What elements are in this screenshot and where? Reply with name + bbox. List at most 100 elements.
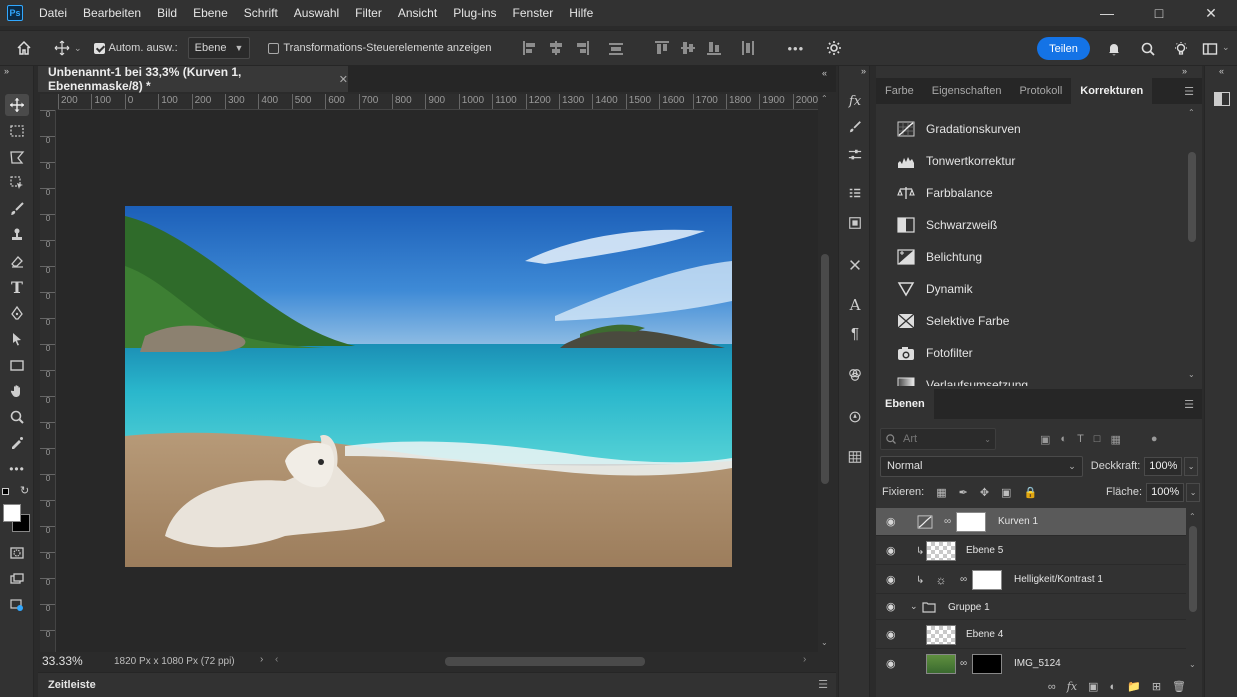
lock-pixels-icon[interactable]: ✒ bbox=[959, 486, 968, 499]
hand-tool-icon[interactable] bbox=[5, 380, 29, 402]
eye-icon[interactable]: ◉ bbox=[886, 574, 900, 585]
canvas-horizontal-scrollbar[interactable]: ‹ › bbox=[275, 654, 806, 666]
lasso-tool-icon[interactable] bbox=[5, 146, 29, 168]
layer-filter-select[interactable]: Art ⌄ bbox=[880, 428, 996, 450]
scroll-up-icon[interactable]: ⌃ bbox=[821, 94, 828, 103]
new-adjustment-icon[interactable]: ◐ bbox=[1109, 681, 1116, 693]
layer-row-img-5124[interactable]: ◉ ∞ IMG_5124 bbox=[876, 650, 1186, 676]
adjustment-black-white[interactable]: Schwarzweiß bbox=[896, 214, 997, 236]
align-right-icon[interactable] bbox=[573, 39, 591, 57]
default-colors-icon[interactable] bbox=[2, 488, 9, 495]
transform-controls-checkbox[interactable] bbox=[268, 42, 280, 54]
tab-protokoll[interactable]: Protokoll bbox=[1010, 78, 1071, 104]
move-tool-icon[interactable] bbox=[52, 38, 72, 58]
chevron-right-icon[interactable]: › bbox=[260, 654, 263, 665]
eraser-tool-icon[interactable] bbox=[5, 250, 29, 272]
blend-mode-select[interactable]: Normal ⌄ bbox=[880, 455, 1083, 477]
close-icon[interactable]: ✕ bbox=[339, 73, 348, 86]
menu-filter[interactable]: Filter bbox=[347, 0, 390, 26]
scrollbar-thumb[interactable] bbox=[821, 254, 829, 484]
close-icon[interactable]: ✕ bbox=[1185, 0, 1237, 26]
libraries-icon[interactable] bbox=[1214, 92, 1230, 106]
type-tool-icon[interactable]: T bbox=[5, 276, 29, 298]
swap-colors-icon[interactable]: ↻ bbox=[20, 484, 29, 497]
swatches-grid-icon[interactable] bbox=[844, 446, 866, 468]
collapse-arrows-icon[interactable]: « bbox=[822, 68, 827, 78]
maximize-icon[interactable]: □ bbox=[1133, 0, 1185, 26]
adjustment-photo-filter[interactable]: Fotofilter bbox=[896, 342, 973, 364]
chevron-down-icon[interactable]: ⌄ bbox=[910, 601, 918, 612]
layers-scrollbar[interactable]: ⌃ ⌄ bbox=[1188, 512, 1198, 672]
chevron-down-icon[interactable]: ⌄ bbox=[1222, 42, 1230, 53]
document-info[interactable]: 1820 Px x 1080 Px (72 ppi) bbox=[114, 656, 235, 667]
scrollbar-thumb[interactable] bbox=[1188, 152, 1196, 242]
eye-icon[interactable]: ◉ bbox=[886, 658, 900, 669]
distribute-h-icon[interactable] bbox=[739, 39, 757, 57]
panel-menu-icon[interactable]: ☰ bbox=[1184, 398, 1194, 411]
eye-icon[interactable]: ◉ bbox=[886, 545, 900, 556]
align-center-h-icon[interactable] bbox=[547, 39, 565, 57]
opacity-input[interactable]: 100% bbox=[1144, 456, 1183, 476]
filter-type-icon[interactable]: T bbox=[1077, 433, 1084, 446]
adjustment-levels[interactable]: Tonwertkorrektur bbox=[896, 150, 1015, 172]
filter-smart-object-icon[interactable]: ▦ bbox=[1110, 433, 1120, 446]
scroll-left-icon[interactable]: ‹ bbox=[275, 654, 278, 665]
layer-row-helligkeit-kontrast-1[interactable]: ◉ ↳ ☼ ∞ Helligkeit/Kontrast 1 bbox=[876, 566, 1186, 594]
foreground-color-swatch[interactable] bbox=[3, 504, 21, 522]
canvas-area[interactable] bbox=[56, 110, 818, 652]
properties-icon[interactable] bbox=[844, 182, 866, 204]
vertical-ruler[interactable]: 0 0 0 0 0 0 0 0 0 0 0 0 0 0 0 0 0 0 0 0 0 bbox=[40, 110, 56, 652]
marquee-tool-icon[interactable] bbox=[5, 120, 29, 142]
adjustments-sliders-icon[interactable] bbox=[844, 144, 866, 166]
object-select-tool-icon[interactable] bbox=[5, 172, 29, 194]
panel-menu-icon[interactable]: ☰ bbox=[818, 678, 828, 691]
delete-layer-icon[interactable]: 🗑 bbox=[1172, 680, 1186, 693]
chevron-down-icon[interactable]: ⌄ bbox=[1186, 482, 1201, 502]
canvas-vertical-scrollbar[interactable]: ⌃ ⌄ bbox=[818, 94, 832, 652]
rectangle-tool-icon[interactable] bbox=[5, 354, 29, 376]
path-select-tool-icon[interactable] bbox=[5, 328, 29, 350]
align-left-icon[interactable] bbox=[521, 39, 539, 57]
auto-select-option[interactable]: Autom. ausw.: bbox=[93, 42, 178, 54]
adjustment-gradient-map[interactable]: Verlaufsumsetzung bbox=[896, 374, 1028, 386]
adjustment-curves[interactable]: Gradationskurven bbox=[896, 118, 1021, 140]
ruler-origin[interactable] bbox=[40, 94, 58, 110]
tab-ebenen[interactable]: Ebenen bbox=[876, 389, 934, 419]
layer-mask-thumbnail[interactable] bbox=[972, 654, 1002, 674]
auto-select-target-select[interactable]: Ebene ▼ bbox=[187, 37, 251, 59]
layer-thumbnail[interactable] bbox=[926, 654, 956, 674]
menu-bearbeiten[interactable]: Bearbeiten bbox=[75, 0, 149, 26]
new-layer-icon[interactable]: ⊞ bbox=[1152, 680, 1161, 693]
scrollbar-thumb[interactable] bbox=[445, 657, 645, 666]
chevron-down-icon[interactable]: ⌄ bbox=[74, 43, 82, 54]
filter-adjustment-icon[interactable]: ◐ bbox=[1060, 433, 1067, 446]
tab-eigenschaften[interactable]: Eigenschaften bbox=[923, 78, 1011, 104]
align-top-icon[interactable] bbox=[653, 39, 671, 57]
gear-icon[interactable] bbox=[824, 38, 844, 58]
screen-mode-icon[interactable] bbox=[5, 568, 29, 590]
zoom-level[interactable]: 33.33% bbox=[42, 654, 92, 668]
document-image[interactable] bbox=[125, 206, 732, 567]
layer-mask-thumbnail[interactable] bbox=[956, 512, 986, 532]
workspace-icon[interactable] bbox=[1200, 39, 1220, 59]
link-layers-icon[interactable]: ∞ bbox=[1048, 681, 1056, 693]
layer-row-ebene-4[interactable]: ◉ Ebene 4 bbox=[876, 621, 1186, 649]
scroll-down-icon[interactable]: ⌄ bbox=[821, 638, 828, 647]
distribute-icon[interactable] bbox=[607, 39, 625, 57]
layer-mask-thumbnail[interactable] bbox=[972, 570, 1002, 590]
history-icon[interactable] bbox=[844, 212, 866, 234]
menu-hilfe[interactable]: Hilfe bbox=[561, 0, 601, 26]
add-mask-icon[interactable]: ▣ bbox=[1088, 680, 1098, 693]
document-tab[interactable]: Unbenannt-1 bei 33,3% (Kurven 1, Ebenenm… bbox=[38, 65, 348, 93]
adjustment-exposure[interactable]: Belichtung bbox=[896, 246, 982, 268]
layer-thumbnail[interactable] bbox=[926, 541, 956, 561]
share-button[interactable]: Teilen bbox=[1037, 37, 1090, 60]
home-icon[interactable] bbox=[14, 38, 34, 58]
chevron-down-icon[interactable]: ⌄ bbox=[1184, 456, 1198, 476]
link-icon[interactable]: ∞ bbox=[960, 658, 968, 669]
navigator-icon[interactable] bbox=[844, 406, 866, 428]
link-icon[interactable]: ∞ bbox=[944, 516, 952, 527]
adjustment-selective-color[interactable]: Selektive Farbe bbox=[896, 310, 1009, 332]
lock-artboard-icon[interactable]: ▣ bbox=[1001, 486, 1011, 499]
layer-row-kurven-1[interactable]: ◉ ∞ Kurven 1 bbox=[876, 508, 1186, 536]
